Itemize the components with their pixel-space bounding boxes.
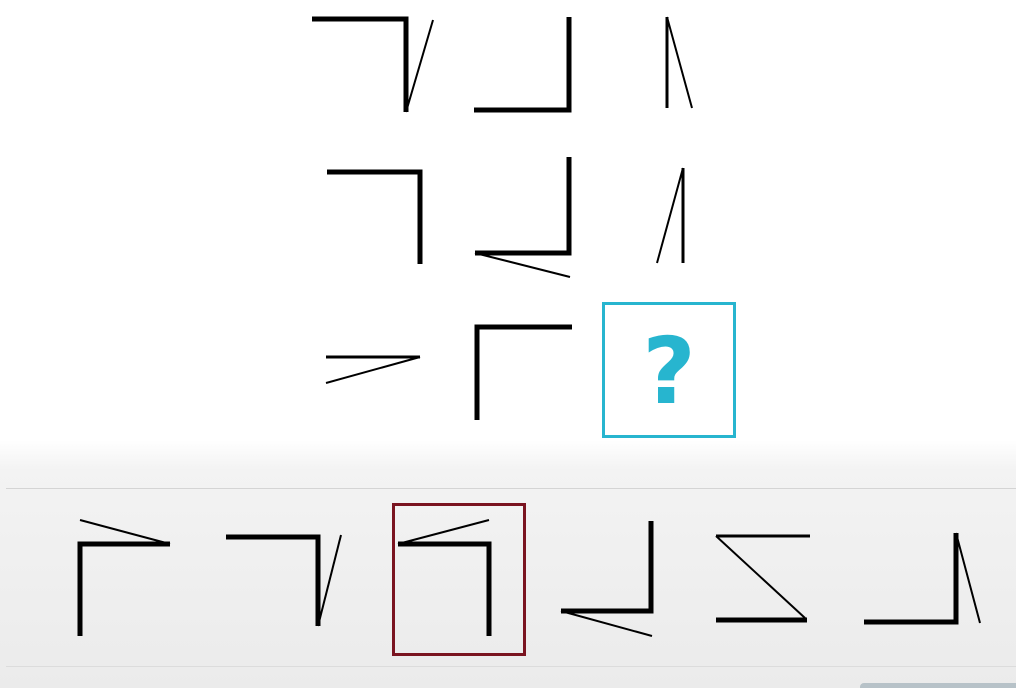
missing-cell: ? [602, 302, 736, 438]
grid-cell-r2c1-figure [327, 169, 423, 264]
question-mark: ? [642, 318, 696, 425]
grid-cell-r1c1-figure [312, 16, 434, 113]
grid-cell-r1c2-figure [474, 17, 572, 113]
grid-cell-r1c3-figure [665, 16, 693, 109]
answer-option-1[interactable] [62, 505, 190, 653]
grid-cell-r2c2-figure [474, 157, 572, 278]
answer-option-5[interactable] [700, 505, 828, 653]
answer-option-4[interactable] [545, 505, 673, 653]
answer-option-2[interactable] [220, 505, 348, 653]
grid-cell-r2c3-figure [656, 167, 685, 264]
answer-option-6[interactable] [858, 505, 986, 653]
grid-cell-r3c2-figure [474, 324, 572, 420]
grid-cell-r3c1-figure [325, 355, 421, 384]
answer-option-3[interactable] [395, 505, 523, 653]
puzzle-screen: ? [0, 0, 1016, 688]
